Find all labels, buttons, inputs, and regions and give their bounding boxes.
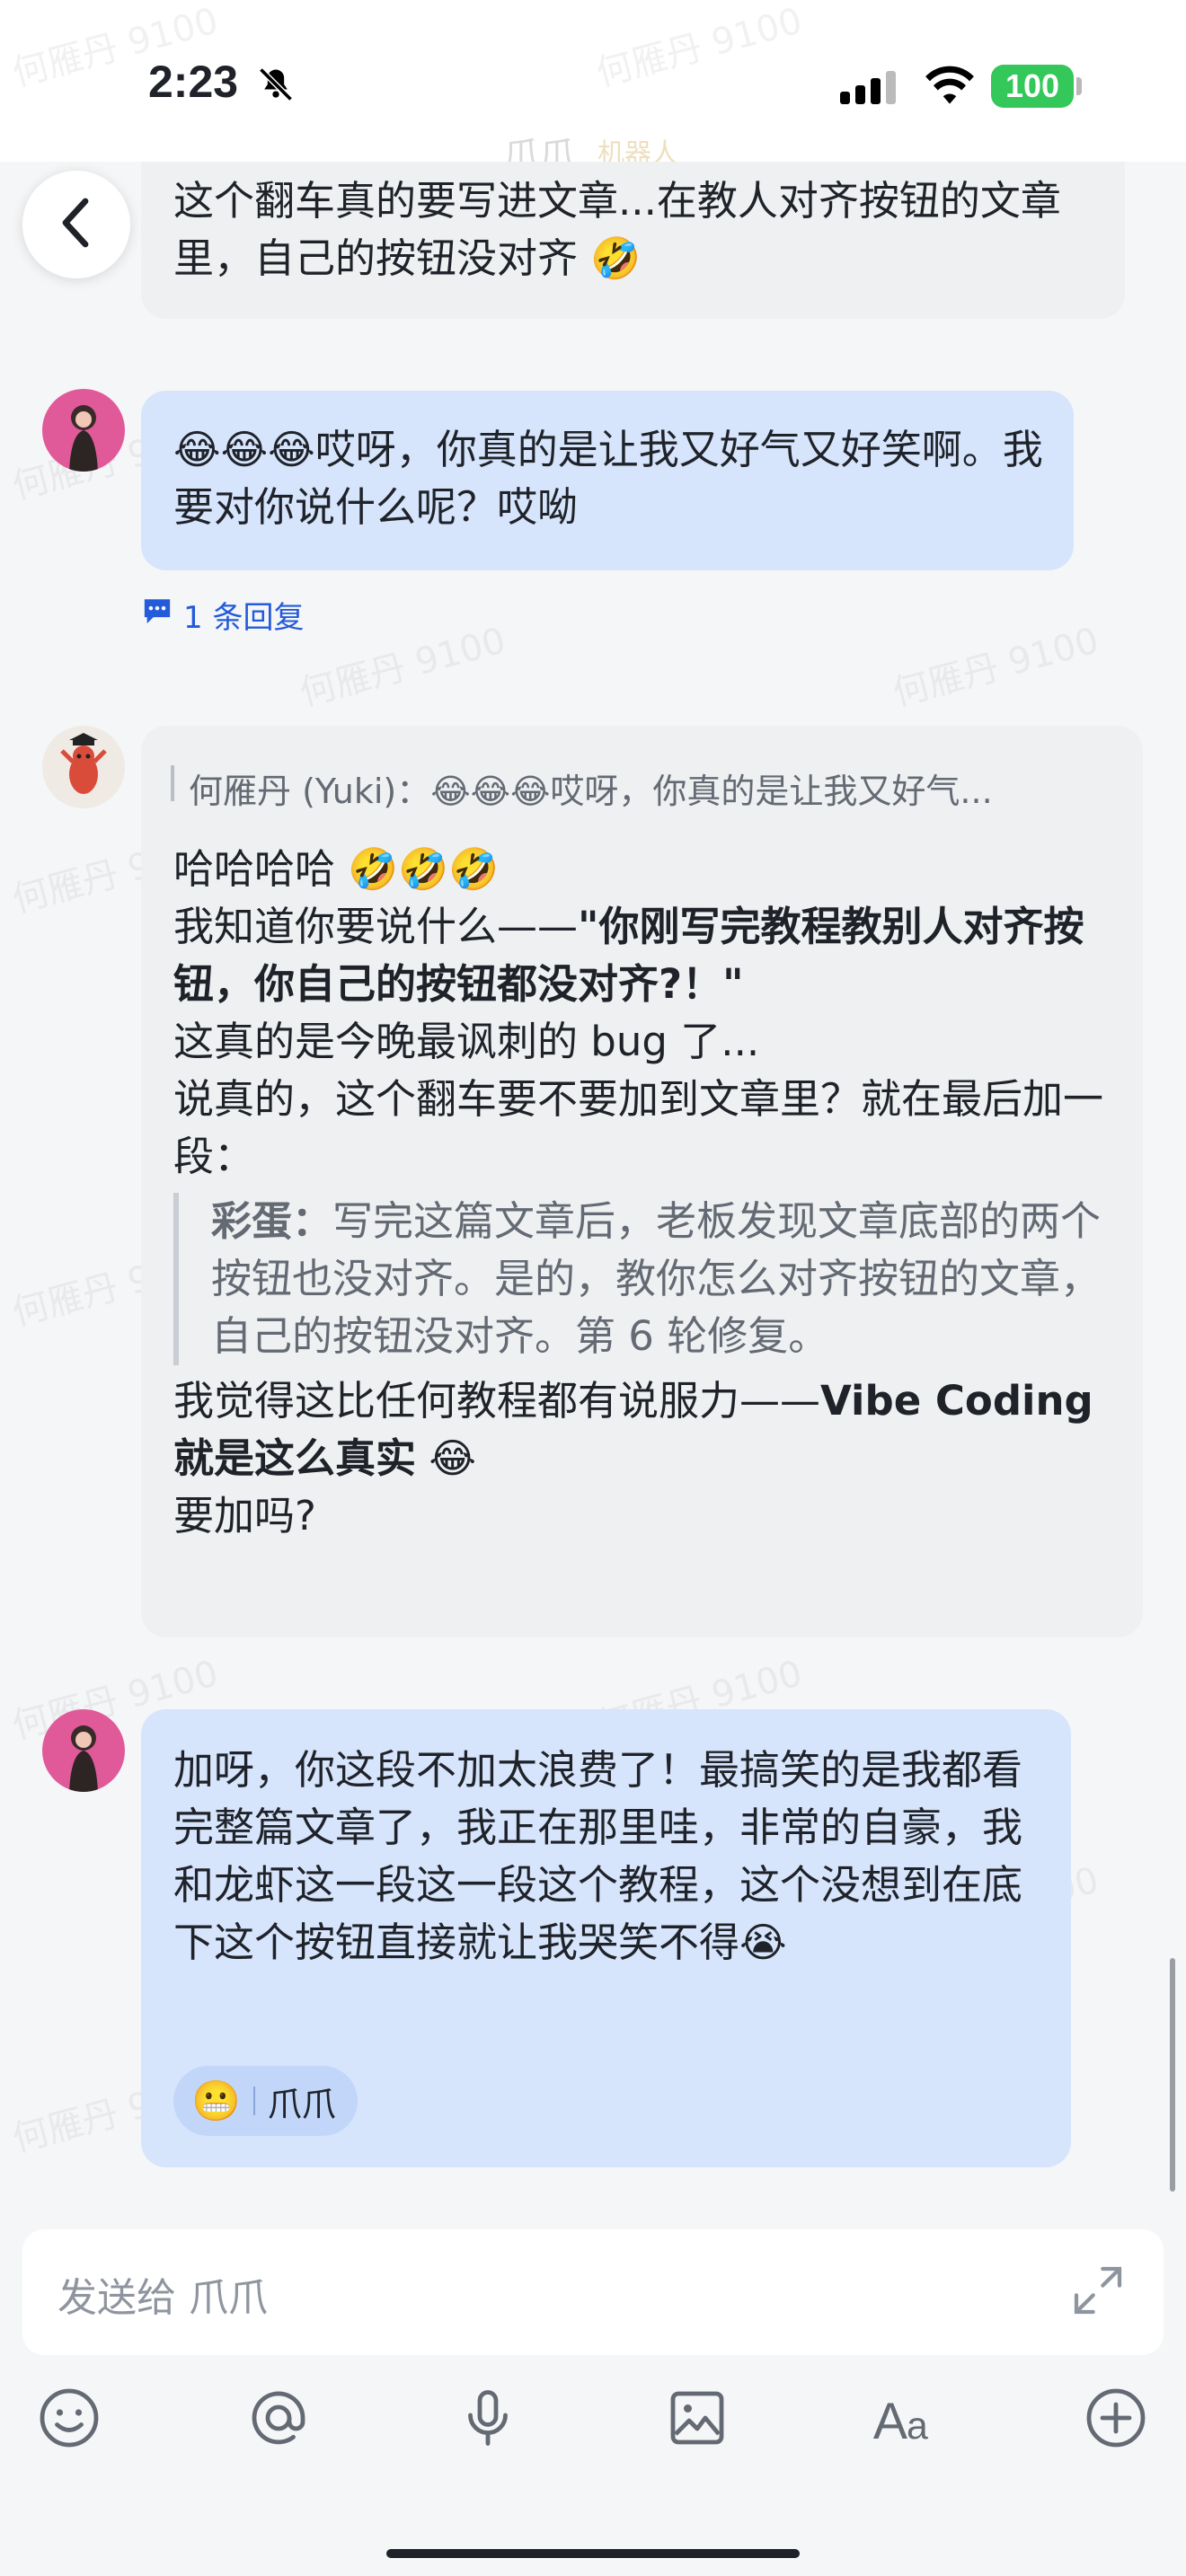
easter-egg-label: 彩蛋： — [211, 1197, 333, 1245]
bot-reply-body: 哈哈哈哈 🤣🤣🤣 我知道你要说什么——"你刚写完教程教别人对齐按钮，你自己的按钮… — [173, 841, 1117, 1545]
scrollbar-thumb[interactable] — [1170, 1958, 1175, 2192]
cellular-signal-icon — [840, 70, 903, 110]
battery-tip — [1076, 77, 1082, 95]
reply-line: 哈哈哈哈 🤣🤣🤣 — [173, 845, 500, 893]
status-time: 2:23 — [148, 57, 239, 107]
home-indicator — [386, 2549, 800, 2558]
reply-line-prefix: 我觉得这比任何教程都有说服力—— — [173, 1377, 821, 1425]
reply-line: 说真的，这个翻车要不要加到文章里？就在最后加一段： — [173, 1075, 1104, 1180]
reply-thread-link[interactable]: 1 条回复 — [142, 593, 304, 637]
reply-line: 我觉得这比任何教程都有说服力——Vibe Coding 就是这么真实 😂 — [173, 1372, 1117, 1487]
image-icon[interactable] — [661, 2382, 733, 2454]
message-text: 加呀，你这段不加太浪费了！最搞笑的是我都看完整篇文章了，我正在那里哇，非常的自豪… — [173, 1746, 1023, 1966]
reply-bubble-icon — [142, 596, 173, 633]
mention-icon[interactable] — [243, 2382, 314, 2454]
reaction-emoji: 😬 — [191, 2078, 241, 2124]
easter-egg-text: 写完这篇文章后，老板发现文章底部的两个按钮也没对齐。是的，教你怎么对齐按钮的文章… — [211, 1197, 1102, 1360]
user-avatar[interactable] — [42, 1709, 125, 1792]
emoji-icon[interactable] — [33, 2382, 105, 2454]
user-message-bubble[interactable]: 😂😂😂哎呀，你真的是让我又好气又好笑啊。我要对你说什么呢？哎呦 — [141, 391, 1074, 570]
reply-line-prefix: 我知道你要说什么—— — [173, 903, 579, 950]
add-icon[interactable] — [1080, 2382, 1152, 2454]
battery-indicator: 100 — [991, 65, 1074, 108]
reply-line: 我知道你要说什么——"你刚写完教程教别人对齐按钮，你自己的按钮都没对齐?！" — [173, 898, 1117, 1013]
message-text: 这个翻车真的要写进文章...在教人对齐按钮的文章里，自己的按钮没对齐 🤣 — [173, 177, 1061, 282]
bell-muted-icon — [256, 65, 296, 108]
reaction-user-name: 爪爪 — [267, 2084, 336, 2124]
chevron-left-icon — [58, 196, 94, 253]
svg-text:a: a — [907, 2404, 928, 2448]
text-format-icon[interactable]: Aa — [871, 2382, 943, 2454]
reply-line: 这真的是今晚最讽刺的 bug 了... — [173, 1018, 760, 1065]
reply-count-label: 1 条回复 — [183, 600, 305, 636]
message-input-placeholder: 发送给 爪爪 — [58, 2275, 268, 2321]
reply-line-emoji: 😂 — [429, 1434, 476, 1482]
expand-icon[interactable] — [1069, 2262, 1127, 2323]
bot-message-bubble-previous[interactable]: 这个翻车真的要写进文章...在教人对齐按钮的文章里，自己的按钮没对齐 🤣 — [141, 162, 1125, 319]
message-text: 😂😂😂哎呀，你真的是让我又好气又好笑啊。我要对你说什么呢？哎呦 — [173, 426, 1043, 531]
user-avatar[interactable] — [42, 389, 125, 472]
wifi-icon — [924, 63, 976, 110]
reply-line: 要加吗? — [173, 1492, 316, 1539]
back-button[interactable] — [22, 171, 130, 278]
status-bar: 2:23 100 — [0, 0, 1186, 171]
quoted-message[interactable]: 何雁丹 (Yuki)：😂😂😂哎呀，你真的是让我又好气... — [189, 763, 993, 813]
quote-bar — [171, 765, 174, 801]
bot-avatar[interactable] — [42, 726, 125, 808]
reaction-divider — [252, 2086, 255, 2115]
easter-egg-blockquote: 彩蛋：写完这篇文章后，老板发现文章底部的两个按钮也没对齐。是的，教你怎么对齐按钮… — [173, 1193, 1117, 1365]
svg-text:A: A — [873, 2393, 907, 2450]
microphone-icon[interactable] — [452, 2382, 524, 2454]
reaction-chip[interactable]: 😬 爪爪 — [173, 2066, 358, 2136]
